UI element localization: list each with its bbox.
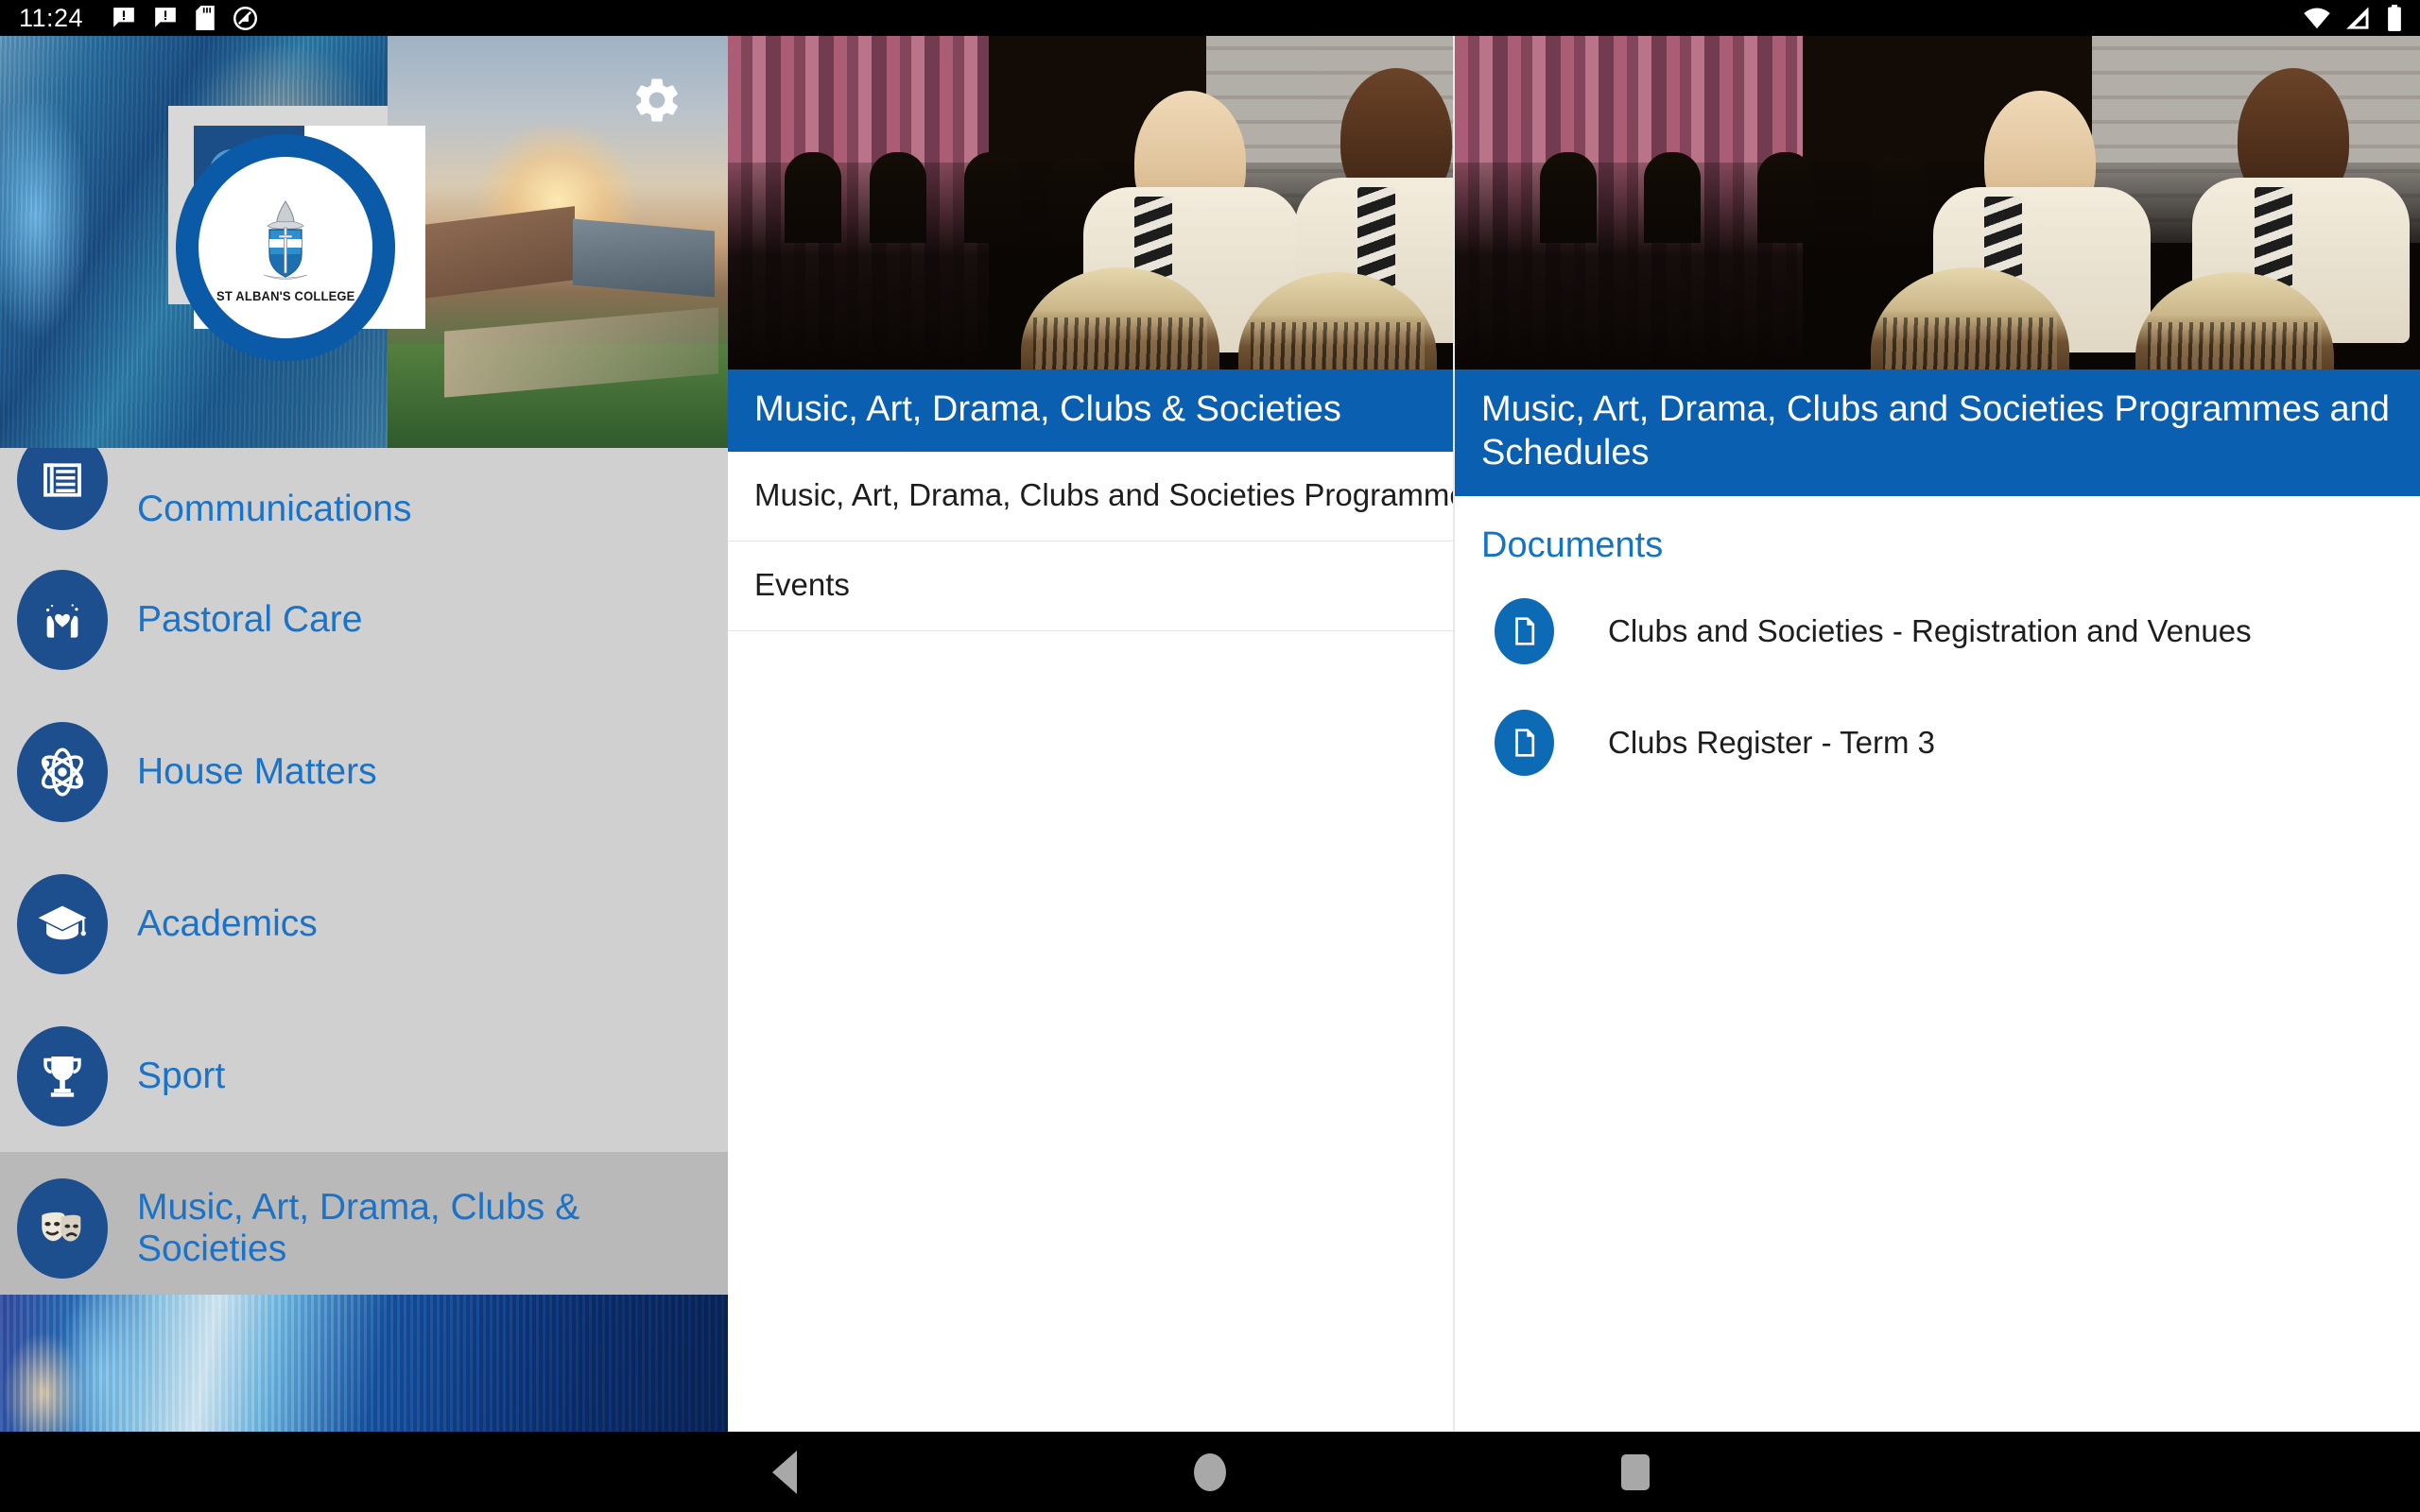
do-not-disturb-icon: [233, 6, 258, 30]
sidebar-item-pastoral-care[interactable]: Pastoral Care: [0, 543, 728, 696]
settings-gear-button[interactable]: [631, 74, 683, 127]
right-panel-title: Music, Art, Drama, Clubs and Societies P…: [1455, 369, 2420, 496]
newspaper-glyph: [43, 463, 81, 497]
graduation-cap-icon: [17, 873, 108, 974]
document-row[interactable]: Clubs Register - Term 3: [1455, 687, 2420, 799]
status-notification-icons: [112, 6, 258, 31]
right-content-panel: Music, Art, Drama, Clubs and Societies P…: [1453, 36, 2420, 1432]
back-triangle-icon: [772, 1450, 797, 1494]
recents-square-icon: [1621, 1453, 1650, 1490]
hands-heart-icon: [17, 569, 108, 670]
bottom-decor-banner: [0, 1295, 728, 1432]
hands-heart-glyph: [45, 603, 78, 638]
sidebar-menu: Communications Pastoral Care House Matte…: [0, 448, 728, 1432]
wifi-icon: [2304, 8, 2330, 29]
theatre-masks-glyph: [42, 1211, 81, 1242]
campus-building-roof: [424, 206, 575, 299]
back-button[interactable]: [728, 1432, 841, 1512]
sidebar-item-sport[interactable]: Sport: [0, 1000, 728, 1152]
middle-panel-title: Music, Art, Drama, Clubs & Societies: [728, 369, 1453, 453]
document-file-icon: [1495, 597, 1554, 664]
school-logo: ST ALBAN'S COLLEGE: [176, 134, 395, 361]
status-bar: 11:24: [0, 0, 2420, 36]
sidebar-item-music-art-drama-clubs-societies[interactable]: Music, Art, Drama, Clubs & Societies: [0, 1152, 728, 1304]
school-logo-inner: ST ALBAN'S COLLEGE: [199, 157, 372, 338]
battery-icon: [2388, 5, 2401, 31]
middle-content-panel: Music, Art, Drama, Clubs & Societies Mus…: [728, 36, 1453, 1432]
sidebar-item-academics[interactable]: Academics: [0, 848, 728, 1000]
sidebar-item-label: Music, Art, Drama, Clubs & Societies: [137, 1186, 580, 1269]
status-system-icons: [2303, 0, 2403, 36]
campus-building-roof-secondary: [573, 218, 715, 298]
sidebar-item-label: Pastoral Care: [137, 598, 363, 640]
middle-panel-list: Music, Art, Drama, Clubs and Societies P…: [728, 452, 1453, 632]
message-alert-icon: [155, 8, 176, 27]
sidebar-item-label: House Matters: [137, 750, 377, 792]
sidebar-item-house-matters[interactable]: House Matters: [0, 696, 728, 848]
message-alert-icon: [113, 8, 134, 27]
document-file-glyph: [1514, 729, 1534, 757]
newspaper-icon: [17, 448, 108, 530]
sidebar-item-label: Academics: [137, 902, 318, 944]
graduation-cap-glyph: [38, 905, 87, 939]
documents-section-heading: Documents: [1481, 524, 1664, 565]
home-circle-icon: [1194, 1452, 1226, 1491]
sidebar-header-banner: ST ALBAN'S COLLEGE: [0, 36, 728, 448]
school-logo-name: ST ALBAN'S COLLEGE: [216, 289, 355, 303]
document-row[interactable]: Clubs and Societies - Registration and V…: [1455, 576, 2420, 687]
document-file-glyph: [1514, 617, 1534, 645]
list-item[interactable]: Events: [728, 541, 1453, 632]
middle-panel-photo: [728, 36, 1453, 369]
home-button[interactable]: [1153, 1432, 1267, 1512]
cellular-signal-icon: [2346, 7, 2369, 29]
sidebar-item-label: Communications: [137, 489, 412, 530]
sidebar-item-communications[interactable]: Communications: [0, 448, 728, 543]
document-label: Clubs Register - Term 3: [1608, 724, 1936, 760]
document-file-icon: [1495, 709, 1554, 776]
status-time: 11:24: [19, 3, 84, 32]
android-navigation-bar: [0, 1432, 2420, 1512]
sidebar-item-label: Sport: [137, 1055, 226, 1096]
recents-button[interactable]: [1579, 1432, 1692, 1512]
right-panel-body: Documents Clubs and Societies - Registra…: [1455, 495, 2420, 799]
gear-icon: [636, 78, 678, 122]
trophy-glyph: [43, 1056, 81, 1097]
app-stage: ST ALBAN'S COLLEGE Communications Pastor…: [0, 36, 2420, 1432]
atom-glyph: [41, 747, 84, 796]
school-crest-icon: [263, 200, 308, 280]
sidebar: ST ALBAN'S COLLEGE Communications Pastor…: [0, 36, 728, 1432]
sd-card-icon: [196, 6, 215, 30]
right-panel-photo: [1455, 36, 2420, 369]
document-label: Clubs and Societies - Registration and V…: [1608, 612, 2252, 648]
trophy-icon: [17, 1025, 108, 1126]
list-item[interactable]: Music, Art, Drama, Clubs and Societies P…: [728, 452, 1453, 542]
theatre-masks-icon: [17, 1177, 108, 1279]
atom-icon: [17, 721, 108, 822]
